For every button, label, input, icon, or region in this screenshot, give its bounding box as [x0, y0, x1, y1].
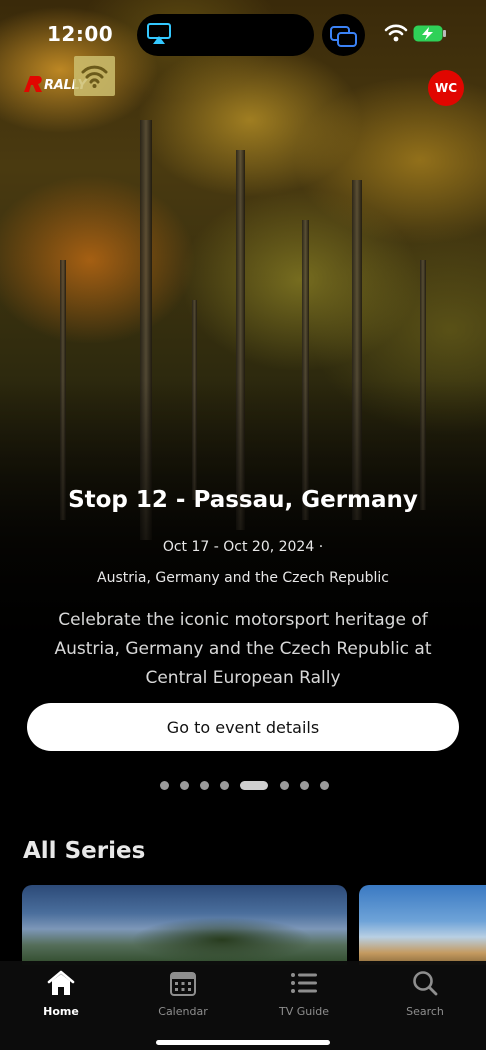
status-bar: 12:00 [0, 0, 486, 60]
tab-calendar[interactable]: Calendar [143, 969, 223, 1018]
screen-mirroring-icon [330, 26, 357, 47]
tab-tv-guide[interactable]: TV Guide [264, 969, 344, 1018]
carousel-dot[interactable] [220, 781, 229, 790]
carousel-dot[interactable] [180, 781, 189, 790]
carousel-dot[interactable] [280, 781, 289, 790]
battery-charging-icon [413, 25, 446, 42]
go-to-event-details-button[interactable]: Go to event details [27, 703, 459, 751]
search-icon [413, 971, 438, 996]
event-title: Stop 12 - Passau, Germany [68, 487, 418, 513]
airplay-icon [147, 23, 171, 44]
calendar-icon [170, 972, 196, 996]
all-series-heading: All Series [23, 838, 146, 864]
carousel-dot[interactable] [160, 781, 169, 790]
carousel-dot[interactable] [200, 781, 209, 790]
tab-search-label: Search [406, 1005, 444, 1018]
series-card[interactable] [22, 885, 347, 965]
event-region: Austria, Germany and the Czech Republic [97, 570, 389, 586]
carousel-dot[interactable] [300, 781, 309, 790]
tab-search[interactable]: Search [385, 969, 465, 1018]
home-indicator[interactable] [156, 1040, 330, 1045]
carousel-page-indicator[interactable] [0, 781, 486, 791]
tv-guide-icon [291, 973, 317, 993]
carousel-dot[interactable] [320, 781, 329, 790]
tab-calendar-label: Calendar [158, 1005, 208, 1018]
tab-bar: Home Calendar TV Guide Search [0, 961, 486, 1050]
tab-home-label: Home [43, 1005, 79, 1018]
status-time: 12:00 [47, 22, 114, 46]
carousel-dot-active[interactable] [240, 781, 268, 790]
home-icon [47, 970, 75, 995]
series-card[interactable] [359, 885, 486, 965]
profile-avatar-button[interactable]: WC [428, 70, 464, 106]
event-dates: Oct 17 - Oct 20, 2024 · [162, 539, 324, 555]
tab-tv-guide-label: TV Guide [278, 1005, 330, 1018]
event-description: Celebrate the iconic motorsport heritage… [54, 610, 432, 688]
cast-icon [81, 65, 108, 88]
cast-button[interactable] [74, 56, 115, 96]
wifi-icon [384, 24, 408, 42]
tab-home[interactable]: Home [21, 969, 101, 1018]
